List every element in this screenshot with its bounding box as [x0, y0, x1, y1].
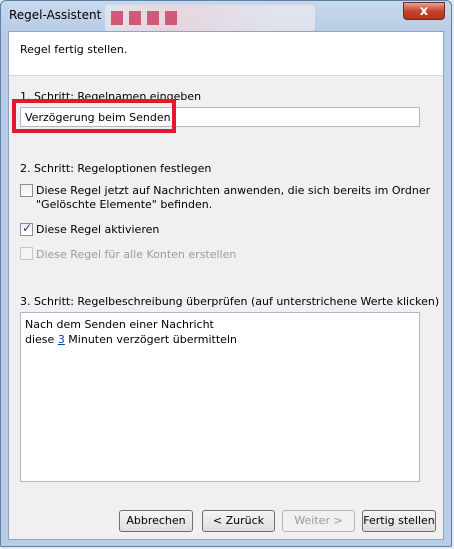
delay-minutes-link[interactable]: 3	[58, 333, 65, 346]
cancel-button[interactable]: Abbrechen	[119, 510, 193, 532]
header-text: Regel fertig stellen.	[20, 43, 128, 56]
all-accounts-label: Diese Regel für alle Konten erstellen	[36, 248, 237, 261]
description-line2-suffix: Minuten verzögert übermitteln	[64, 333, 237, 346]
rule-name-input[interactable]	[20, 107, 420, 127]
title-bar[interactable]: Regel-Assistent x	[1, 1, 451, 31]
back-button[interactable]: < Zurück	[202, 510, 275, 532]
all-accounts-checkbox[interactable]	[20, 247, 33, 260]
dialog-body: Regel fertig stellen. 1. Schritt: Regeln…	[8, 31, 444, 540]
dialog-header: Regel fertig stellen.	[9, 32, 443, 76]
window-title: Regel-Assistent	[9, 8, 102, 22]
step1-label: 1. Schritt: Regelnamen eingeben	[20, 90, 202, 103]
activate-rule-checkbox[interactable]	[20, 221, 33, 236]
description-line2: diese 3 Minuten verzögert übermitteln	[25, 332, 415, 347]
step3-label: 3. Schritt: Regelbeschreibung überprüfen…	[20, 295, 440, 308]
finish-button[interactable]: Fertig stellen	[362, 510, 436, 532]
description-line1: Nach dem Senden einer Nachricht	[25, 318, 214, 331]
apply-now-label-line2: "Gelöschte Elemente" befinden.	[36, 198, 213, 211]
activate-rule-label: Diese Regel aktivieren	[36, 223, 160, 236]
step2-label: 2. Schritt: Regeloptionen festlegen	[20, 162, 212, 175]
close-icon[interactable]: x	[403, 2, 445, 20]
apply-now-label-line1: Diese Regel jetzt auf Nachrichten anwend…	[36, 184, 431, 197]
rule-wizard-window: Regel-Assistent x Regel fertig stellen. …	[0, 0, 452, 547]
next-button[interactable]: Weiter >	[282, 510, 355, 532]
background-app-strip	[105, 5, 315, 31]
apply-now-checkbox[interactable]	[20, 184, 33, 197]
description-line2-prefix: diese	[25, 333, 58, 346]
rule-description-box: Nach dem Senden einer Nachricht diese 3 …	[20, 312, 420, 482]
